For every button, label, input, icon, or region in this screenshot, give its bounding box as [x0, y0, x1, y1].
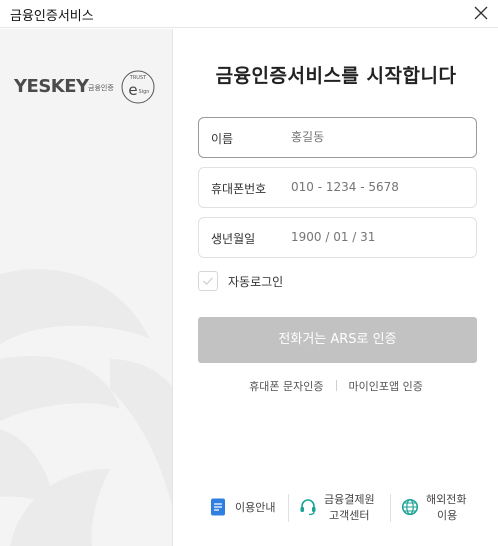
- overseas-call-button[interactable]: 해외전화 이용: [398, 491, 490, 525]
- document-icon: [211, 498, 225, 516]
- window-title: 금융인증서비스: [10, 9, 94, 24]
- page-title: 금융인증서비스를 시작합니다: [215, 65, 457, 87]
- headset-icon: [300, 499, 316, 516]
- svg-text:Sign: Sign: [139, 89, 150, 95]
- name-input[interactable]: [291, 130, 461, 144]
- customer-center-label-1: 금융결제원: [324, 493, 375, 506]
- phone-label: 휴대폰번호: [211, 182, 267, 196]
- ars-auth-button[interactable]: 전화거는 ARS로 인증: [198, 317, 477, 363]
- decorative-background: [0, 269, 172, 546]
- usage-guide-label: 이용안내: [235, 501, 276, 514]
- usage-guide-button[interactable]: 이용안내: [204, 491, 284, 525]
- phone-field[interactable]: 휴대폰번호: [198, 167, 477, 208]
- myinfo-app-auth-link[interactable]: 마이인포앱 인증: [349, 380, 423, 393]
- yeskey-logo: YESKEY 금융인증 TRUST e Sign: [14, 69, 164, 105]
- phone-input[interactable]: [291, 180, 461, 194]
- customer-center-button[interactable]: 금융결제원 고객센터: [296, 491, 388, 525]
- help-divider: [390, 494, 391, 522]
- help-bar: 이용안내 금융결제원 고객센터 해외전화 이용: [204, 491, 494, 525]
- svg-text:e: e: [128, 81, 137, 99]
- alt-auth-links: 휴대폰 문자인증 마이인포앱 인증: [174, 378, 498, 394]
- sms-auth-link[interactable]: 휴대폰 문자인증: [249, 380, 323, 393]
- help-divider: [288, 494, 289, 522]
- close-icon[interactable]: [470, 2, 492, 24]
- birth-label: 생년월일: [211, 232, 256, 246]
- name-label: 이름: [211, 132, 234, 146]
- link-divider: [335, 380, 337, 391]
- brand-panel: YESKEY 금융인증 TRUST e Sign: [0, 29, 173, 546]
- overseas-call-label-2: 이용: [437, 509, 458, 522]
- auto-login-label: 자동로그인: [228, 275, 284, 289]
- title-bar: 금융인증서비스: [0, 0, 498, 28]
- logo-subtitle: 금융인증: [88, 84, 114, 92]
- auto-login-checkbox[interactable]: [198, 271, 218, 291]
- name-field[interactable]: 이름: [198, 117, 477, 158]
- birth-field[interactable]: 생년월일: [198, 217, 477, 258]
- globe-icon: [401, 498, 419, 516]
- birth-input[interactable]: [291, 230, 461, 244]
- customer-center-label-2: 고객센터: [329, 509, 370, 522]
- auth-form-panel: 금융인증서비스를 시작합니다 이름 휴대폰번호 생년월일 자동로그인 전화거는 …: [174, 29, 498, 546]
- trust-esign-seal-icon: TRUST e Sign: [121, 70, 155, 104]
- overseas-call-label-1: 해외전화: [426, 493, 467, 506]
- logo-wordmark: YESKEY: [14, 76, 89, 97]
